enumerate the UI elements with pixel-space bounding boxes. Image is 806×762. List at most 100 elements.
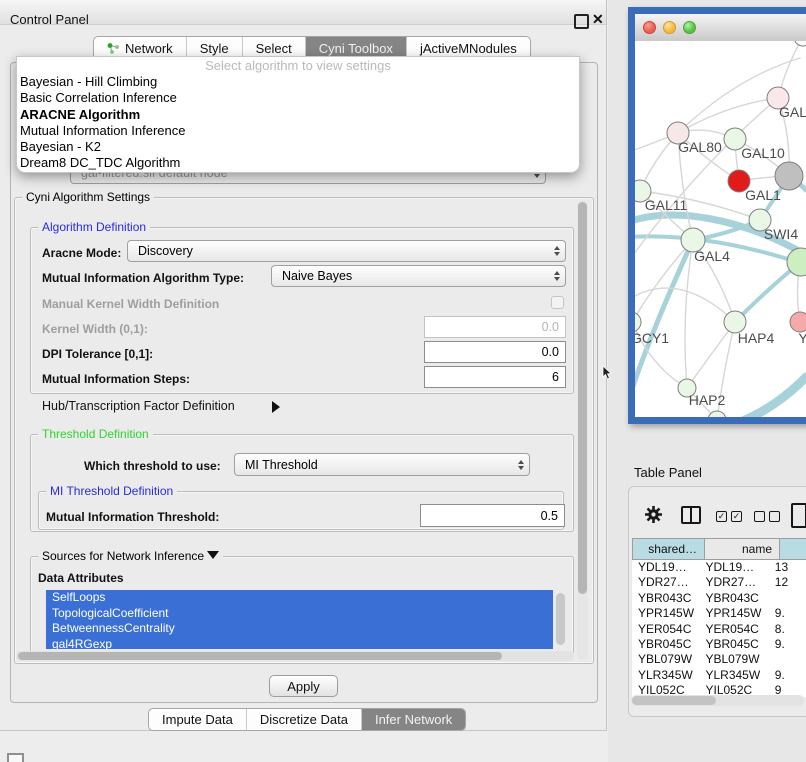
data-attribute-item[interactable]: gal4RGexp	[46, 637, 553, 650]
document-icon[interactable]	[791, 503, 806, 528]
mi-steps-label: Mutual Information Steps:	[42, 372, 190, 386]
network-edge[interactable]	[685, 240, 693, 388]
network-edge[interactable]	[635, 240, 693, 398]
table-panel-title: Table Panel	[634, 465, 702, 480]
network-node-y[interactable]	[790, 312, 806, 332]
table-cell: 9.	[769, 606, 806, 621]
table-row[interactable]: YDR27…YDR27…12	[632, 575, 806, 590]
table-row[interactable]: YBR043CYBR043C	[632, 591, 806, 606]
which-threshold-combo[interactable]: MI Threshold	[234, 453, 530, 476]
aracne-mode-combo[interactable]: Discovery	[127, 240, 566, 262]
network-window-titlebar[interactable]	[635, 14, 806, 42]
minimized-panel-icon[interactable]	[7, 753, 24, 762]
table-row[interactable]: YBL079WYBL079W	[632, 652, 806, 667]
control-panel-titlebar[interactable]	[0, 0, 606, 25]
hub-definition-label[interactable]: Hub/Transcription Factor Definition	[42, 399, 235, 413]
settings-group-title: Cyni Algorithm Settings	[22, 190, 154, 204]
table-cell: YBL079W	[699, 652, 768, 667]
mouse-cursor	[602, 366, 612, 380]
node-label: GAL80	[678, 139, 722, 155]
collapse-arrow-icon[interactable]	[207, 549, 219, 563]
sources-group-title: Sources for Network Inference	[38, 549, 223, 563]
column-header[interactable]: shared…	[632, 538, 705, 560]
mi-threshold-field[interactable]: 0.5	[420, 504, 565, 527]
data-attribute-item[interactable]: SelfLoops	[46, 590, 553, 606]
tab-discretize-data[interactable]: Discretize Data	[247, 709, 362, 730]
algorithm-option[interactable]: Bayesian - K2	[17, 139, 579, 155]
aracne-mode-label: Aracne Mode:	[42, 246, 121, 260]
manual-kernel-checkbox[interactable]	[551, 296, 564, 309]
apply-button[interactable]: Apply	[269, 675, 338, 697]
table-cell: YLR345W	[632, 668, 699, 683]
table-cell: YER054C	[632, 622, 699, 637]
table-cell	[769, 652, 806, 667]
table-row[interactable]: YPR145WYPR145W9.	[632, 606, 806, 621]
table-row[interactable]: YLR345WYLR345W9.	[632, 668, 806, 683]
float-panel-icon[interactable]	[574, 14, 589, 29]
table-header: shared…name	[632, 538, 806, 560]
column-header[interactable]	[780, 538, 806, 560]
gear-icon[interactable]	[644, 505, 663, 524]
network-node[interactable]	[794, 41, 806, 46]
split-columns-icon[interactable]	[681, 506, 701, 524]
dpi-tolerance-field[interactable]: 0.0	[424, 341, 566, 363]
network-edge[interactable]	[735, 263, 800, 322]
table-row[interactable]: YBR045CYBR045C9.	[632, 637, 806, 652]
mi-steps-field[interactable]: 6	[424, 366, 566, 388]
kernel-width-label: Kernel Width (0,1):	[42, 322, 148, 336]
mi-type-combo[interactable]: Naive Bayes	[271, 265, 566, 287]
algorithm-option[interactable]: Mutual Information Inference	[17, 123, 579, 139]
data-attribute-item[interactable]: BetweennessCentrality	[46, 621, 553, 637]
algorithm-option[interactable]: Bayesian - Hill Climbing	[17, 74, 579, 90]
table-horizontal-scrollbar-thumb[interactable]	[632, 696, 716, 705]
expand-arrow-icon[interactable]	[272, 398, 280, 416]
mi-type-value: Naive Bayes	[282, 269, 352, 283]
network-node[interactable]	[775, 162, 803, 190]
minimize-window-icon[interactable]	[663, 21, 676, 34]
threshold-definition-title: Threshold Definition	[38, 427, 153, 441]
zoom-window-icon[interactable]	[683, 21, 696, 34]
table-cell	[769, 591, 806, 606]
node-label: HAP4	[738, 330, 775, 346]
tab-impute-data[interactable]: Impute Data	[149, 709, 247, 730]
table-cell: YDL19…	[632, 560, 699, 575]
settings-vertical-scrollbar-thumb[interactable]	[578, 202, 587, 594]
close-panel-icon[interactable]: ✕	[592, 11, 604, 27]
node-label: GAL	[779, 104, 806, 120]
network-edge[interactable]	[716, 377, 806, 417]
table-cell: YER054C	[699, 622, 768, 637]
node-label: HAP2	[689, 392, 726, 408]
checked-box-icon[interactable]: ✓	[731, 511, 742, 522]
data-attribute-item[interactable]: TopologicalCoefficient	[46, 606, 553, 622]
data-attributes-label: Data Attributes	[38, 571, 124, 585]
tab-infer-network[interactable]: Infer Network	[362, 709, 465, 730]
network-node[interactable]	[708, 411, 726, 417]
network-canvas-container[interactable]: GALGAL80GAL10GAL1GAL11SWI4GAL4GCY1HAP4YH…	[635, 41, 806, 417]
algorithm-option[interactable]: ARACNE Algorithm	[17, 107, 579, 123]
unchecked-box-icon[interactable]	[769, 511, 780, 522]
close-window-icon[interactable]	[643, 21, 656, 34]
column-header[interactable]: name	[705, 538, 780, 560]
table-cell: 9.	[769, 637, 806, 652]
table-cell: YBL079W	[632, 652, 699, 667]
tab-label: jActiveMNodules	[420, 41, 517, 56]
table-row[interactable]: YER054CYER054C8.	[632, 622, 806, 637]
kernel-width-field[interactable]: 0.0	[424, 316, 566, 338]
network-edge[interactable]	[678, 98, 778, 133]
unchecked-box-icon[interactable]	[754, 511, 765, 522]
network-node-gcy1[interactable]	[635, 312, 641, 332]
settings-horizontal-scrollbar-thumb[interactable]	[18, 652, 502, 660]
network-canvas[interactable]: GALGAL80GAL10GAL1GAL11SWI4GAL4GCY1HAP4YH…	[635, 41, 806, 417]
algorithm-option[interactable]: Dream8 DC_TDC Algorithm	[17, 155, 579, 171]
mi-threshold-label: Mutual Information Threshold:	[46, 510, 219, 524]
attributes-list-scrollbar-thumb[interactable]	[556, 593, 565, 645]
data-attributes-list[interactable]: SelfLoopsTopologicalCoefficientBetweenne…	[46, 590, 553, 649]
algorithm-option[interactable]: Basic Correlation Inference	[17, 90, 579, 106]
table-row[interactable]: YDL19…YDL19…13	[632, 560, 806, 575]
table-cell: YLR345W	[699, 668, 768, 683]
node-label: SWI4	[764, 226, 798, 242]
table-cell: 9.	[769, 668, 806, 683]
table-cell: YPR145W	[632, 606, 699, 621]
checked-box-icon[interactable]: ✓	[716, 511, 727, 522]
combo-arrows-icon	[554, 246, 560, 256]
